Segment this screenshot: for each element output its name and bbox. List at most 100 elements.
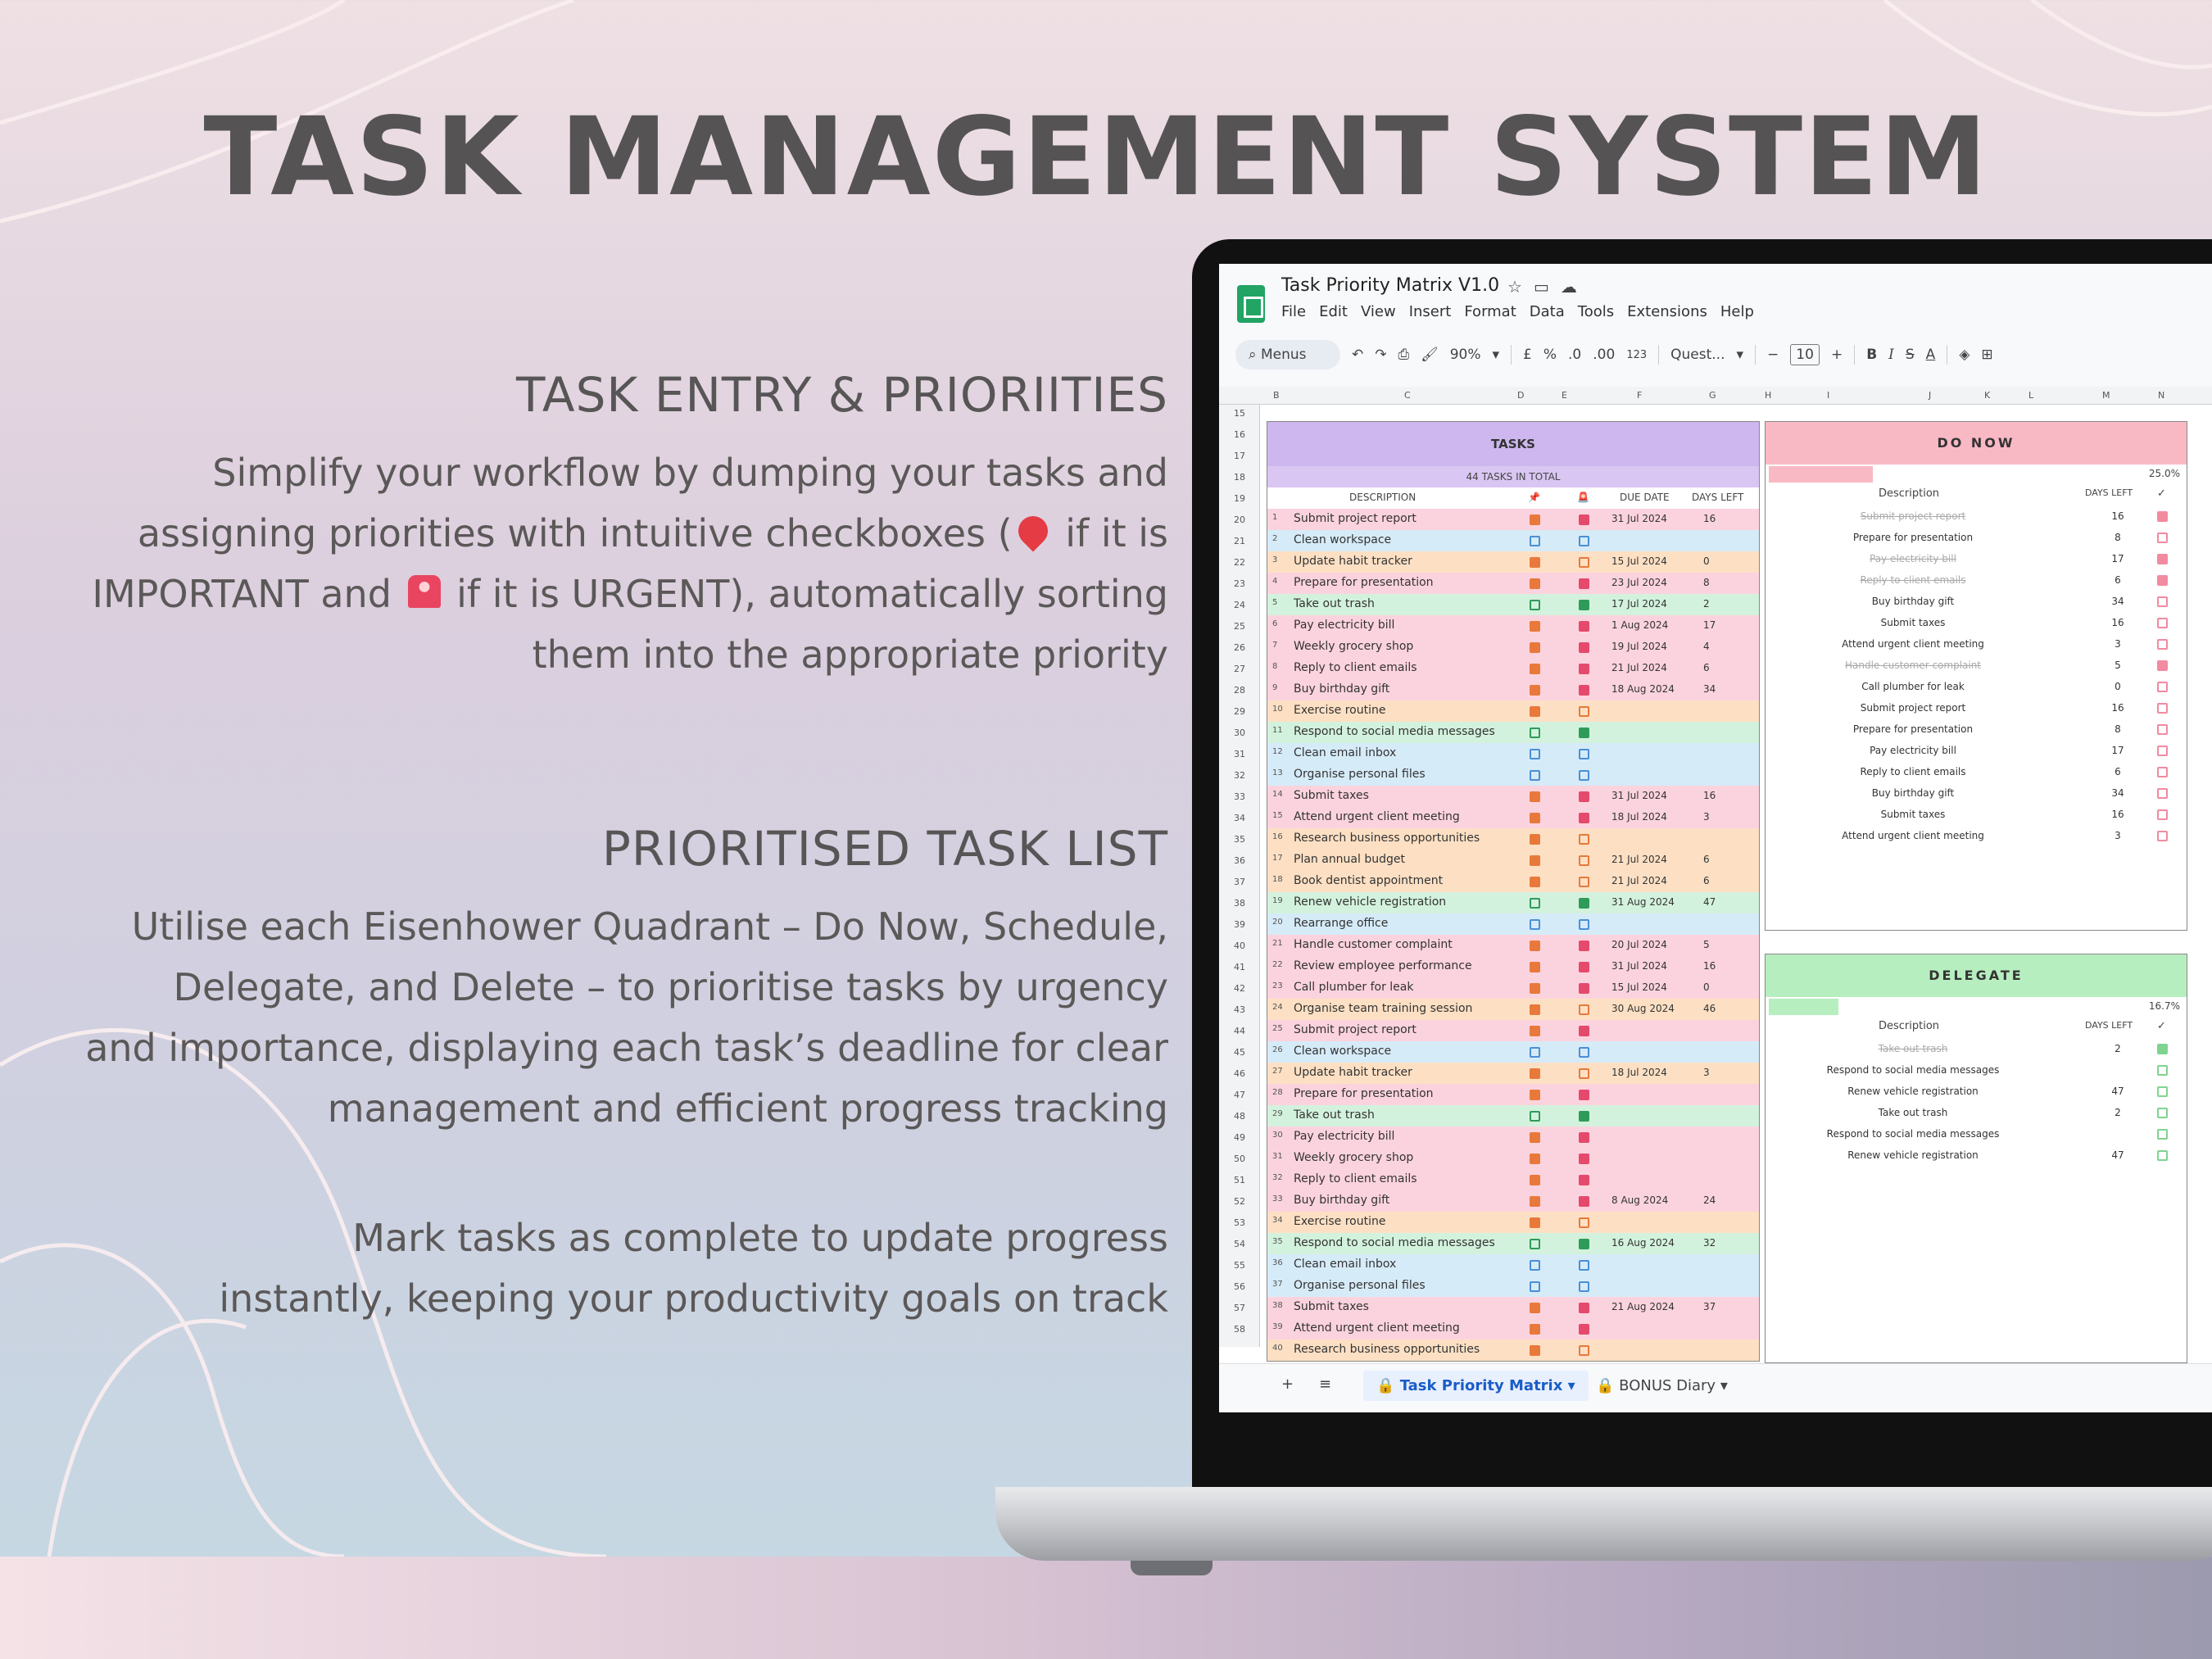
chevron-down-icon[interactable]: ▾ (1737, 347, 1744, 363)
complete-checkbox[interactable] (2157, 682, 2168, 692)
task-due-date[interactable]: 8 Aug 2024 (1611, 1194, 1668, 1206)
task-description[interactable]: Respond to social media messages (1294, 1236, 1495, 1249)
complete-checkbox[interactable] (2157, 1044, 2168, 1054)
urgent-checkbox[interactable] (1579, 1004, 1589, 1015)
row-number[interactable]: 47 (1219, 1090, 1260, 1100)
row-number[interactable]: 16 (1219, 429, 1260, 440)
row-number[interactable]: 57 (1219, 1303, 1260, 1313)
important-checkbox[interactable] (1530, 1068, 1540, 1079)
urgent-checkbox[interactable] (1579, 1345, 1589, 1356)
column-letter[interactable]: J (1929, 390, 1931, 401)
important-checkbox[interactable] (1530, 749, 1540, 759)
important-checkbox[interactable] (1530, 1217, 1540, 1228)
task-description[interactable]: Update habit tracker (1294, 1066, 1412, 1079)
menus-search[interactable]: ⌕ Menus (1235, 340, 1340, 369)
urgent-checkbox[interactable] (1579, 1239, 1589, 1249)
complete-checkbox[interactable] (2157, 1065, 2168, 1076)
important-checkbox[interactable] (1530, 578, 1540, 589)
task-description[interactable]: Review employee performance (1294, 959, 1472, 972)
print-icon[interactable]: ⎙ (1398, 347, 1410, 363)
row-number[interactable]: 44 (1219, 1026, 1260, 1036)
important-checkbox[interactable] (1530, 1324, 1540, 1335)
chevron-down-icon[interactable]: ▾ (1720, 1377, 1728, 1394)
task-due-date[interactable]: 18 Aug 2024 (1611, 683, 1675, 695)
row-number[interactable]: 28 (1219, 685, 1260, 696)
tab-task-priority-matrix[interactable]: 🔒 Task Priority Matrix ▾ (1363, 1371, 1589, 1401)
important-checkbox[interactable] (1530, 1047, 1540, 1058)
complete-checkbox[interactable] (2157, 809, 2168, 820)
increase-decimal-button[interactable]: .00 (1593, 347, 1615, 363)
row-number[interactable]: 22 (1219, 557, 1260, 568)
complete-checkbox[interactable] (2157, 788, 2168, 799)
important-checkbox[interactable] (1530, 1111, 1540, 1122)
urgent-checkbox[interactable] (1579, 1111, 1589, 1122)
important-checkbox[interactable] (1530, 664, 1540, 674)
urgent-checkbox[interactable] (1579, 1260, 1589, 1271)
task-description[interactable]: Organise personal files (1294, 768, 1426, 781)
fill-color-icon[interactable]: ◈ (1959, 347, 1969, 363)
all-sheets-button[interactable]: ≡ (1319, 1376, 1331, 1393)
complete-checkbox[interactable] (2157, 1129, 2168, 1140)
important-checkbox[interactable] (1530, 919, 1540, 930)
task-description[interactable]: Clean email inbox (1294, 746, 1396, 759)
task-due-date[interactable]: 21 Aug 2024 (1611, 1301, 1675, 1312)
row-number[interactable]: 48 (1219, 1111, 1260, 1122)
urgent-checkbox[interactable] (1579, 877, 1589, 887)
column-letter[interactable]: K (1984, 390, 1990, 401)
font-size-increase[interactable]: + (1831, 347, 1843, 363)
column-letter[interactable]: N (2158, 390, 2164, 401)
urgent-checkbox[interactable] (1579, 557, 1589, 568)
row-number[interactable]: 31 (1219, 749, 1260, 759)
percent-button[interactable]: % (1543, 347, 1557, 363)
task-due-date[interactable]: 1 Aug 2024 (1611, 619, 1668, 631)
task-description[interactable]: Take out trash (1294, 597, 1375, 610)
important-checkbox[interactable] (1530, 600, 1540, 610)
urgent-checkbox[interactable] (1579, 1026, 1589, 1036)
urgent-checkbox[interactable] (1579, 855, 1589, 866)
complete-checkbox[interactable] (2157, 511, 2168, 522)
urgent-checkbox[interactable] (1579, 919, 1589, 930)
task-due-date[interactable]: 31 Jul 2024 (1611, 790, 1667, 801)
row-number[interactable]: 41 (1219, 962, 1260, 972)
borders-icon[interactable]: ⊞ (1981, 347, 1992, 363)
urgent-checkbox[interactable] (1579, 983, 1589, 994)
urgent-checkbox[interactable] (1579, 1175, 1589, 1185)
urgent-checkbox[interactable] (1579, 1324, 1589, 1335)
row-number[interactable]: 17 (1219, 451, 1260, 461)
complete-checkbox[interactable] (2157, 703, 2168, 714)
task-description[interactable]: Weekly grocery shop (1294, 640, 1413, 653)
row-number[interactable]: 34 (1219, 813, 1260, 823)
row-number[interactable]: 30 (1219, 728, 1260, 738)
row-number[interactable]: 32 (1219, 770, 1260, 781)
complete-checkbox[interactable] (2157, 533, 2168, 543)
important-checkbox[interactable] (1530, 1026, 1540, 1036)
important-checkbox[interactable] (1530, 1239, 1540, 1249)
important-checkbox[interactable] (1530, 770, 1540, 781)
important-checkbox[interactable] (1530, 514, 1540, 525)
urgent-checkbox[interactable] (1579, 728, 1589, 738)
task-due-date[interactable]: 21 Jul 2024 (1611, 854, 1667, 865)
important-checkbox[interactable] (1530, 855, 1540, 866)
number-format-button[interactable]: 123 (1626, 349, 1647, 361)
row-number[interactable]: 24 (1219, 600, 1260, 610)
decrease-decimal-button[interactable]: .0 (1568, 347, 1581, 363)
urgent-checkbox[interactable] (1579, 536, 1589, 546)
redo-icon[interactable]: ↷ (1375, 347, 1386, 363)
star-icon[interactable]: ☆ (1507, 277, 1534, 297)
font-select[interactable]: Quest... (1670, 347, 1725, 363)
task-due-date[interactable]: 15 Jul 2024 (1611, 981, 1667, 993)
row-number[interactable]: 19 (1219, 493, 1260, 504)
row-number[interactable]: 33 (1219, 791, 1260, 802)
row-number[interactable]: 46 (1219, 1068, 1260, 1079)
task-due-date[interactable]: 21 Jul 2024 (1611, 875, 1667, 886)
menu-item[interactable]: Insert (1409, 303, 1452, 320)
important-checkbox[interactable] (1530, 1303, 1540, 1313)
task-description[interactable]: Submit project report (1294, 1023, 1416, 1036)
zoom-select[interactable]: 90% (1450, 347, 1481, 363)
important-checkbox[interactable] (1530, 1132, 1540, 1143)
row-number[interactable]: 37 (1219, 877, 1260, 887)
important-checkbox[interactable] (1530, 1196, 1540, 1207)
important-checkbox[interactable] (1530, 536, 1540, 546)
row-number[interactable]: 26 (1219, 642, 1260, 653)
urgent-checkbox[interactable] (1579, 1154, 1589, 1164)
